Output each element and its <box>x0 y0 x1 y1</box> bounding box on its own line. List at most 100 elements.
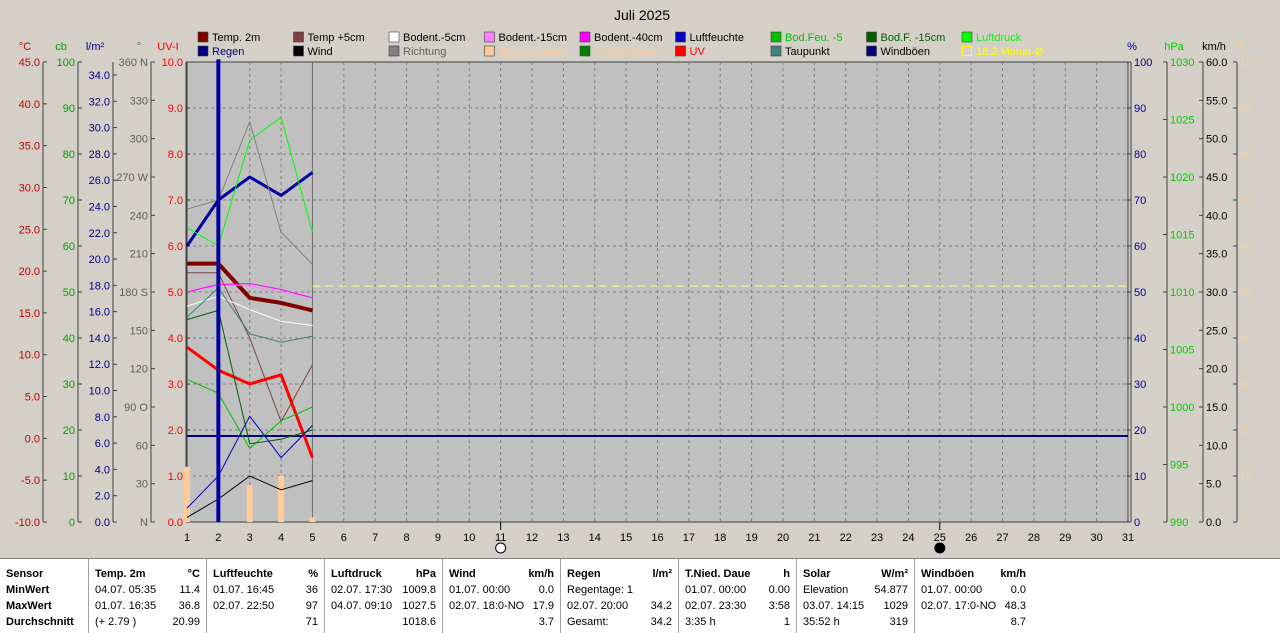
x-tick-label: 24 <box>902 532 914 544</box>
x-tick-label: 17 <box>683 532 695 544</box>
axis-tick-label: 14.0 <box>89 333 110 345</box>
stats-value: 71 <box>305 616 318 628</box>
axis-tick-label: 30.0 <box>19 182 40 194</box>
stats-column: Sensor MinWert MaxWert Durchschnitt <box>0 559 88 633</box>
stats-row: 01.07. 16:45 36 <box>213 582 318 598</box>
stats-value: 34.2 <box>650 600 672 612</box>
axis-tick-label: 1000 <box>1170 402 1194 414</box>
stats-label: 01.07. 00:00 <box>921 584 983 596</box>
legend-label: Sonnenschein <box>499 46 569 58</box>
axis-tick-label: 60.0 <box>1206 57 1227 69</box>
axis-tick-label: 1025 <box>1170 115 1194 127</box>
legend-swatch <box>484 31 495 43</box>
axis-tick-label: 5.0 <box>25 392 40 404</box>
stats-label: Gesamt: <box>567 616 609 628</box>
axis-tick-label: 34.0 <box>89 70 110 82</box>
x-tick-label: 27 <box>996 532 1008 544</box>
axis-tick-label: 1020 <box>1170 172 1194 184</box>
axis-tick-label: 1005 <box>1170 345 1194 357</box>
stats-row: 02.07. 23:30 3:58 <box>685 598 790 614</box>
statistics-table: Sensor MinWert MaxWert Durchschnitt Temp. 2m… <box>0 558 1280 633</box>
axis-unit: UV-I <box>157 41 178 53</box>
stats-value: 17.9 <box>532 600 554 612</box>
legend-label: UV <box>690 46 706 58</box>
axis-tick-label: 0 <box>69 517 75 529</box>
stats-value: 54.877 <box>874 584 908 596</box>
x-tick-label: 18 <box>714 532 726 544</box>
axis-tick-label: 32.0 <box>89 96 110 108</box>
stats-header: Durchschnitt <box>6 614 82 630</box>
axis-tick-label: 24.0 <box>89 201 110 213</box>
x-tick-label: 9 <box>435 532 441 544</box>
stats-label: 02.07. 22:50 <box>213 600 275 612</box>
axis-tick-label: 0.0 <box>168 517 183 529</box>
x-tick-label: 25 <box>934 532 946 544</box>
stats-label: T.Nied. Daue <box>685 568 751 580</box>
stats-column: Luftdruck hPa 02.07. 17:30 1009.8 04.07. 09:… <box>324 559 442 633</box>
stats-header: Solar W/m² <box>803 566 908 582</box>
axis-tick-label: 30.0 <box>1206 287 1227 299</box>
axis-tick-label: 5.0 <box>1206 479 1221 491</box>
x-tick-label: 7 <box>372 532 378 544</box>
moon-icon <box>934 542 946 554</box>
axis-tick-label: 80 <box>63 149 75 161</box>
stats-header: Sensor <box>6 566 82 582</box>
axis-tick-label: 30 <box>136 479 148 491</box>
stats-label: 02.07. 23:30 <box>685 600 747 612</box>
stats-value: h <box>783 568 790 580</box>
stats-value: 20.99 <box>172 616 200 628</box>
stats-row: 3:35 h 1 <box>685 614 790 630</box>
stats-column: Solar W/m² Elevation 54.877 03.07. 14:15 1029… <box>796 559 914 633</box>
x-tick-label: 4 <box>278 532 284 544</box>
stats-header: Regen l/m² <box>567 566 672 582</box>
axis-tick-label: 0 <box>1134 517 1140 529</box>
axis-tick-label: 90 O <box>124 402 148 414</box>
legend-swatch <box>579 31 591 43</box>
axis-tick-label: 330 <box>130 95 148 107</box>
stats-value: l/m² <box>652 568 672 580</box>
x-tick-label: 15 <box>620 532 632 544</box>
axis-tick-label: 995 <box>1170 460 1188 472</box>
axis-tick-label: 0.0 <box>1206 517 1221 529</box>
stats-header: Temp. 2m °C <box>95 566 200 582</box>
axis-unit: l/m² <box>86 41 105 53</box>
stats-value: 0.0 <box>1010 584 1026 596</box>
axis-tick-label: 28.0 <box>89 149 110 161</box>
axis-tick-label: 1.0 <box>168 471 183 483</box>
axis-tick-label: 18.0 <box>89 280 110 292</box>
stats-value: km/h <box>1000 568 1026 580</box>
x-tick-label: 28 <box>1028 532 1040 544</box>
stats-value: 0.00 <box>768 584 790 596</box>
axis-tick-label: 270 W <box>116 172 148 184</box>
x-tick-label: 21 <box>808 532 820 544</box>
axis-tick-label: 0.0 <box>95 517 110 529</box>
axis-tick-label: 150 <box>130 325 148 337</box>
stats-value: 319 <box>889 616 908 628</box>
stats-value: 11.4 <box>179 584 200 596</box>
axis-unit: hPa <box>1164 41 1184 53</box>
axis-tick-label: 9.0 <box>168 103 183 115</box>
stats-row: Regentage: 1 <box>567 582 672 598</box>
stats-value: 1018.6 <box>402 616 436 628</box>
axis-tick-label: 26.0 <box>89 175 110 187</box>
stats-row: 01.07. 16:35 36.8 <box>95 598 200 614</box>
legend-label: Bod.F. -15cm <box>881 32 946 44</box>
stats-row: (+ 2.79 ) 20.99 <box>95 614 200 630</box>
stats-label: 02.07. 17:0-NO <box>921 600 997 612</box>
stats-row: 04.07. 05:35 11.4 <box>95 582 200 598</box>
x-tick-label: 16 <box>651 532 663 544</box>
stats-label: 01.07. 00:00 <box>685 584 747 596</box>
legend-label: Bodent.-5cm <box>403 32 465 44</box>
axis-tick-label: 2.0 <box>95 491 110 503</box>
axis-tick-label: 300 <box>130 134 148 146</box>
axis-tick-label: 40.0 <box>19 99 40 111</box>
axis-tick-label: -5.0 <box>21 475 40 487</box>
axis-unit: ° <box>137 41 141 53</box>
axis-tick-label: 20 <box>1134 425 1146 437</box>
axis-tick-label: 10 <box>1134 471 1146 483</box>
chart-title: Juli 2025 <box>614 7 670 23</box>
stats-row: 35:52 h 319 <box>803 614 908 630</box>
axis-tick-label: 35.0 <box>19 141 40 153</box>
stats-column: Windböen km/h 01.07. 00:00 0.0 02.07. 17:0-N… <box>914 559 1032 633</box>
stats-label: 04.07. 05:35 <box>95 584 157 596</box>
